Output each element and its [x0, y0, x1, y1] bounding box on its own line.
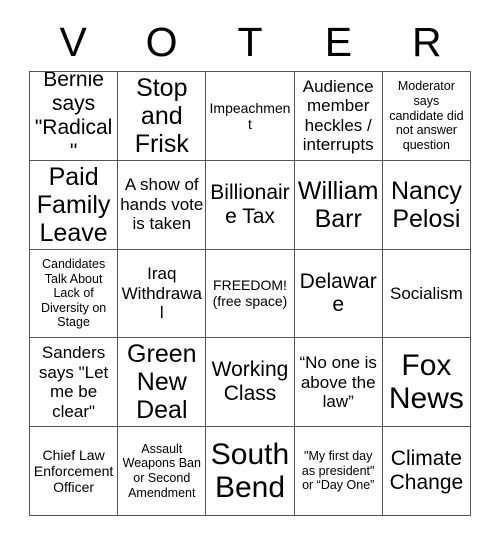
- bingo-cell[interactable]: Fox News: [382, 338, 471, 428]
- bingo-cell[interactable]: Sanders says "Let me be clear": [30, 338, 119, 428]
- bingo-cell-label: “No one is above the law”: [299, 352, 377, 412]
- bingo-cell-label: A show of hands vote is taken: [120, 175, 204, 234]
- bingo-cell[interactable]: Iraq Withdrawal: [118, 249, 207, 339]
- bingo-cell-label: FREEDOM! (free space): [212, 277, 288, 310]
- bingo-cell[interactable]: South Bend: [206, 427, 295, 516]
- bingo-cell-label: Bernie says "Radical": [34, 72, 113, 161]
- header-letter-1: O: [145, 18, 178, 65]
- bingo-cell[interactable]: "My first day as president" or “Day One”: [294, 427, 383, 516]
- bingo-cell[interactable]: Working Class: [206, 338, 295, 428]
- bingo-cell[interactable]: Assault Weapons Ban or Second Amendment: [118, 427, 207, 516]
- header-letter-0: V: [59, 18, 87, 65]
- bingo-cell[interactable]: William Barr: [294, 160, 383, 250]
- bingo-grid: Bernie says "Radical" Stop and Frisk Imp…: [29, 71, 471, 516]
- bingo-cell[interactable]: Delaware: [294, 249, 383, 339]
- bingo-header-letters: V O T E R: [29, 16, 471, 68]
- bingo-cell-label: Fox News: [388, 349, 464, 416]
- bingo-cell[interactable]: Candidates Talk About Lack of Diversity …: [30, 249, 119, 339]
- bingo-cell-label: Moderator says candidate did not answer …: [389, 79, 464, 152]
- bingo-card: V O T E R Bernie says "Radical" Stop and…: [0, 0, 500, 544]
- bingo-cell[interactable]: A show of hands vote is taken: [118, 160, 207, 250]
- bingo-cell[interactable]: Impeachment: [206, 72, 295, 161]
- bingo-cell[interactable]: Nancy Pelosi: [382, 160, 471, 250]
- bingo-cell[interactable]: Stop and Frisk: [118, 72, 207, 161]
- bingo-cell[interactable]: Green New Deal: [118, 338, 207, 428]
- bingo-cell[interactable]: Paid Family Leave: [30, 160, 119, 250]
- bingo-cell-label: Working Class: [211, 358, 289, 406]
- bingo-cell[interactable]: Audience member heckles / interrupts: [294, 72, 383, 161]
- bingo-cell-label: Green New Deal: [127, 340, 197, 425]
- bingo-cell-label: Nancy Pelosi: [390, 176, 462, 233]
- bingo-cell[interactable]: Bernie says "Radical": [30, 72, 119, 161]
- bingo-cell[interactable]: Climate Change: [382, 427, 471, 516]
- bingo-cell-label: Paid Family Leave: [36, 162, 111, 247]
- header-letter-2: T: [237, 18, 263, 65]
- bingo-cell-label: Candidates Talk About Lack of Diversity …: [40, 256, 107, 330]
- bingo-cell-label: Socialism: [390, 283, 463, 303]
- bingo-cell[interactable]: Moderator says candidate did not answer …: [382, 72, 471, 161]
- bingo-cell-label: Billionaire Tax: [210, 180, 290, 228]
- bingo-cell[interactable]: “No one is above the law”: [294, 338, 383, 428]
- bingo-cell-label: Impeachment: [209, 99, 291, 132]
- header-letter-3: E: [324, 18, 353, 65]
- bingo-cell-label: William Barr: [297, 176, 379, 233]
- header-letter-4: R: [412, 18, 442, 65]
- bingo-cell-label: Sanders says "Let me be clear": [38, 343, 109, 421]
- bingo-cell-label: Iraq Withdrawal: [121, 264, 202, 323]
- bingo-cell-label: South Bend: [210, 438, 290, 505]
- bingo-cell-free-space[interactable]: FREEDOM! (free space): [206, 249, 295, 339]
- bingo-cell-label: Climate Change: [389, 447, 464, 495]
- bingo-cell[interactable]: Chief Law Enforcement Officer: [30, 427, 119, 516]
- bingo-cell-label: "My first day as president" or “Day One”: [301, 449, 375, 493]
- bingo-cell-label: Chief Law Enforcement Officer: [33, 446, 114, 496]
- bingo-cell-label: Delaware: [299, 269, 377, 317]
- bingo-cell-label: Audience member heckles / interrupts: [302, 76, 374, 155]
- bingo-cell-label: Assault Weapons Ban or Second Amendment: [122, 441, 201, 500]
- bingo-cell[interactable]: Billionaire Tax: [206, 160, 295, 250]
- bingo-cell[interactable]: Socialism: [382, 249, 471, 339]
- bingo-cell-label: Stop and Frisk: [134, 73, 189, 158]
